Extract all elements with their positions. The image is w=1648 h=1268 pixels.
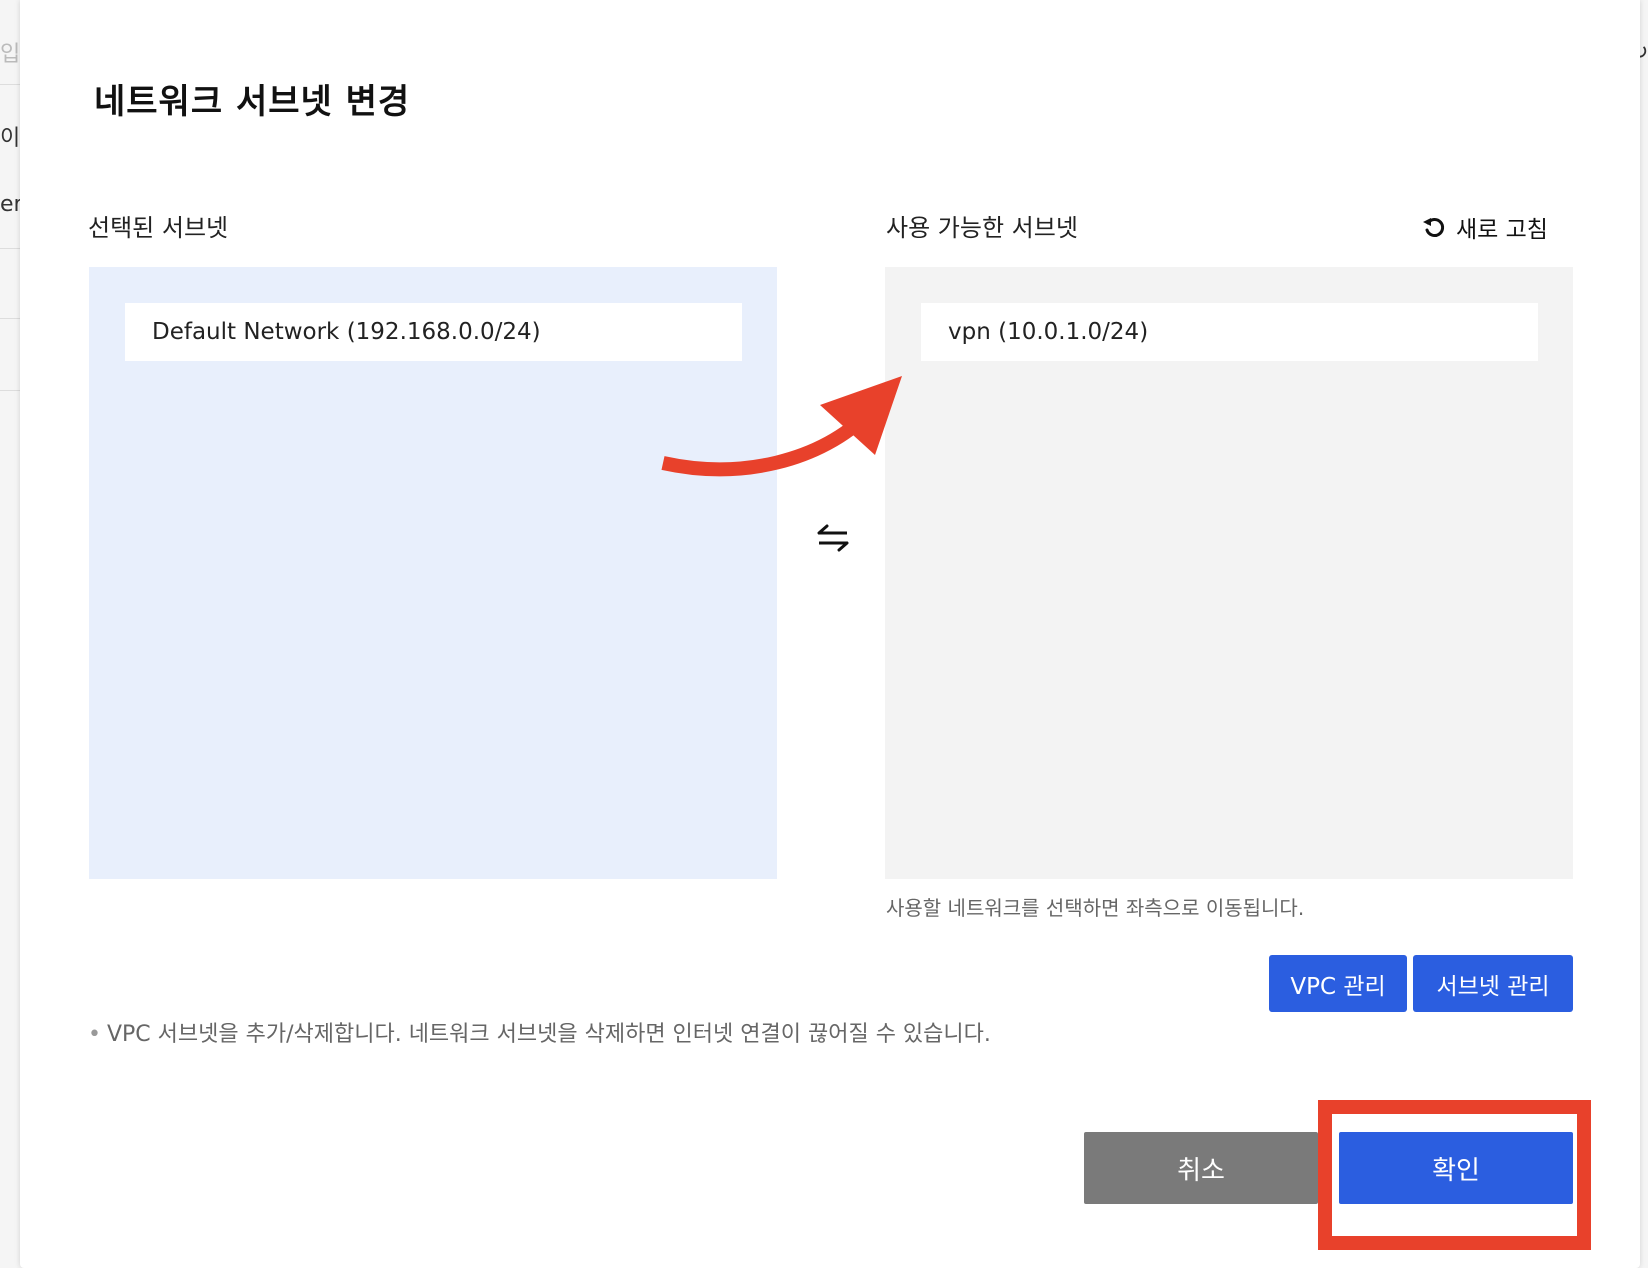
available-subnets-label: 사용 가능한 서브넷 [886, 214, 1078, 242]
refresh-icon [1423, 218, 1445, 237]
modal-title: 네트워크 서브넷 변경 [94, 82, 411, 122]
selected-subnets-panel: Default Network (192.168.0.0/24) [89, 267, 777, 879]
refresh-button[interactable]: 새로 고침 [1422, 210, 1548, 244]
refresh-label: 새로 고침 [1456, 217, 1548, 243]
background-divider [0, 390, 22, 391]
available-subnet-item[interactable]: vpn (10.0.1.0/24) [921, 303, 1538, 361]
selected-subnets-label: 선택된 서브넷 [88, 214, 229, 242]
cancel-button[interactable]: 취소 [1084, 1132, 1318, 1204]
note-bullet: • [88, 1022, 101, 1047]
selected-subnet-item[interactable]: Default Network (192.168.0.0/24) [125, 303, 742, 361]
available-subnets-hint: 사용할 네트워크를 선택하면 좌측으로 이동됩니다. [886, 896, 1305, 920]
background-divider [0, 248, 22, 249]
swap-arrows-icon[interactable] [815, 520, 851, 556]
background-fragment: 입 [0, 42, 21, 67]
confirm-button[interactable]: 확인 [1339, 1132, 1573, 1204]
background-divider [0, 318, 22, 319]
note-text: VPC 서브넷을 추가/삭제합니다. 네트워크 서브넷을 삭제하면 인터넷 연결… [106, 1022, 991, 1047]
available-subnets-panel: vpn (10.0.1.0/24) [885, 267, 1573, 879]
subnet-change-modal: 네트워크 서브넷 변경 선택된 서브넷 사용 가능한 서브넷 새로 고침 Def… [20, 0, 1640, 1268]
background-divider [0, 84, 22, 85]
subnet-manage-button[interactable]: 서브넷 관리 [1413, 955, 1573, 1012]
vpc-manage-button[interactable]: VPC 관리 [1269, 955, 1407, 1012]
subnet-note: • VPC 서브넷을 추가/삭제합니다. 네트워크 서브넷을 삭제하면 인터넷 연… [88, 1016, 991, 1048]
